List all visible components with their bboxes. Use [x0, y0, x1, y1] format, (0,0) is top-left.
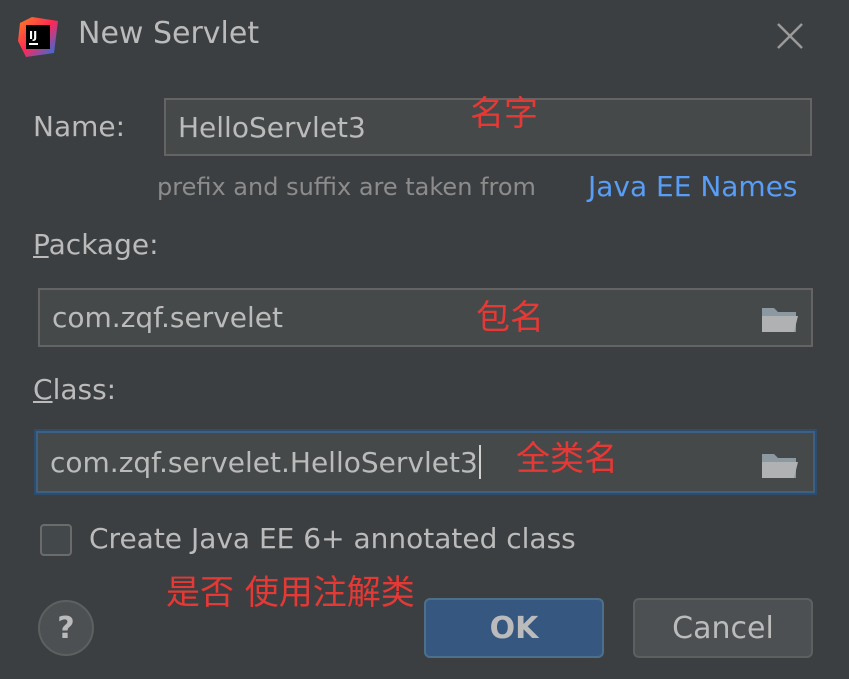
text-cursor: [478, 445, 481, 479]
class-label: Class:: [33, 373, 117, 406]
package-input-value: com.zqf.servelet: [52, 301, 283, 334]
name-annotation: 名字: [470, 94, 538, 134]
intellij-logo-icon: IJ: [18, 17, 58, 57]
class-input-value: com.zqf.servelet.HelloServlet3: [50, 445, 478, 479]
checkbox-annotation: 是否 使用注解类: [166, 573, 415, 613]
close-icon: [777, 23, 803, 49]
class-input[interactable]: com.zqf.servelet.HelloServlet3: [36, 431, 815, 493]
class-annotation: 全类名: [516, 439, 618, 479]
hint-text: prefix and suffix are taken from: [157, 173, 536, 201]
java-ee-names-link[interactable]: Java EE Names: [588, 170, 798, 203]
ok-button[interactable]: OK: [424, 598, 604, 658]
help-button[interactable]: ?: [38, 600, 94, 656]
name-label: Name:: [33, 110, 126, 143]
name-input-value: HelloServlet3: [178, 110, 366, 144]
package-annotation: 包名: [476, 298, 544, 338]
annotated-class-label: Create Java EE 6+ annotated class: [89, 522, 576, 555]
package-browse-folder-icon[interactable]: [760, 304, 800, 334]
close-button[interactable]: [772, 18, 808, 54]
window-title: New Servlet: [78, 16, 260, 51]
package-input[interactable]: com.zqf.servelet: [38, 288, 813, 347]
svg-text:IJ: IJ: [29, 29, 37, 42]
annotated-class-checkbox[interactable]: [40, 524, 72, 556]
package-label: Package:: [33, 228, 159, 261]
class-browse-folder-icon[interactable]: [760, 450, 800, 480]
cancel-button[interactable]: Cancel: [633, 598, 813, 658]
